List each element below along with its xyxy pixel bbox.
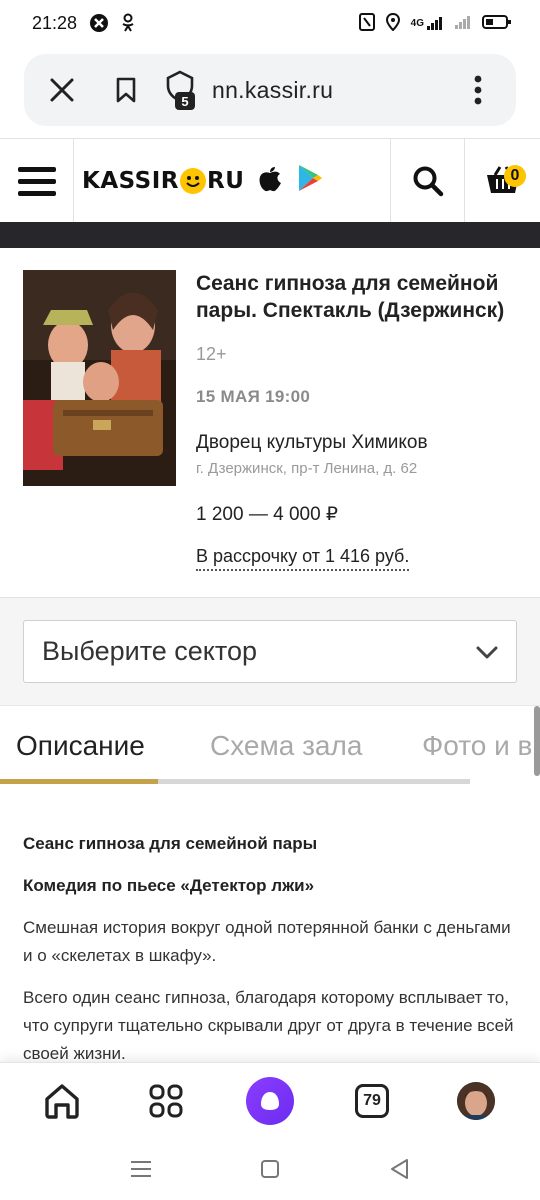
- apps-button[interactable]: [142, 1077, 190, 1125]
- bookmark-icon: [116, 77, 136, 103]
- description-paragraph: Смешная история вокруг одной потерянной …: [23, 918, 511, 965]
- description-heading: Сеанс гипноза для семейной пары: [23, 834, 318, 853]
- recent-apps-button[interactable]: [128, 1156, 154, 1182]
- apple-app-store-icon[interactable]: [256, 163, 284, 198]
- hamburger-icon-bar: [17, 166, 56, 172]
- menu-lines-icon: [131, 1161, 151, 1177]
- hamburger-icon-bar: [17, 190, 56, 196]
- tabs-switcher-button[interactable]: 79: [348, 1077, 396, 1125]
- event-poster-image[interactable]: [23, 270, 176, 486]
- logo-area: KASSIR RU: [74, 139, 390, 222]
- alice-icon: [246, 1077, 294, 1125]
- event-info: Сеанс гипноза для семейной пары. Спектак…: [0, 248, 540, 598]
- avatar: [457, 1082, 495, 1120]
- security-count-badge: 5: [175, 92, 195, 110]
- hamburger-icon-bar: [17, 178, 56, 184]
- header-divider-strip: [0, 222, 540, 248]
- signal-icon: [454, 14, 472, 33]
- url-text[interactable]: nn.kassir.ru: [212, 77, 333, 104]
- tabs-count: 79: [355, 1084, 389, 1118]
- cart-count-badge: 0: [504, 165, 526, 187]
- close-icon: [50, 78, 74, 102]
- site-security-button[interactable]: 5: [164, 70, 204, 110]
- site-header: KASSIR RU 0: [0, 138, 540, 223]
- logo-text-left: KASSIR: [82, 167, 179, 194]
- home-button[interactable]: [38, 1077, 86, 1125]
- sector-select-label: Выберите сектор: [42, 636, 257, 666]
- browser-bottom-nav: 79: [0, 1062, 540, 1138]
- event-date: 15 МАЯ 19:00: [196, 387, 311, 406]
- tab-photo-video[interactable]: Фото и в: [422, 730, 532, 762]
- home-icon: [45, 1084, 79, 1119]
- sector-select[interactable]: Выберите сектор: [23, 620, 517, 683]
- profile-button[interactable]: [452, 1077, 500, 1125]
- venue-name[interactable]: Дворец культуры Химиков: [196, 432, 428, 454]
- apps-grid-icon: [149, 1084, 183, 1118]
- description-subheading: Комедия по пьесе «Детектор лжи»: [23, 876, 315, 895]
- logo-smiley-icon: [180, 167, 206, 194]
- menu-button[interactable]: [0, 139, 74, 223]
- more-vertical-icon: [474, 75, 482, 105]
- tab-hall-scheme[interactable]: Схема зала: [210, 730, 362, 762]
- installment-link[interactable]: В рассрочку от 1 416 руб.: [196, 546, 410, 571]
- venue-address: г. Дзержинск, пр-т Ленина, д. 62: [196, 460, 418, 477]
- network-type-label: 4G: [411, 15, 444, 31]
- search-icon: [413, 166, 443, 197]
- bookmark-button[interactable]: [106, 70, 146, 110]
- browser-address-bar: 5 nn.kassir.ru: [24, 54, 516, 126]
- cart-button[interactable]: 0: [464, 139, 540, 223]
- tabs-active-indicator: [0, 779, 158, 784]
- google-play-icon[interactable]: [296, 163, 324, 198]
- back-system-button[interactable]: [386, 1156, 412, 1182]
- close-tab-button[interactable]: [42, 70, 82, 110]
- search-button[interactable]: [390, 139, 464, 223]
- logo-text-right: RU: [207, 167, 245, 194]
- price-range: 1 200 — 4 000 ₽: [196, 504, 339, 525]
- event-title: Сеанс гипноза для семейной пары. Спектак…: [196, 272, 505, 322]
- event-description: Сеанс гипноза для семейной пары Комедия …: [0, 786, 540, 1062]
- sector-area: Выберите сектор: [0, 598, 540, 706]
- odnoklassniki-icon: [121, 13, 135, 33]
- location-icon: [385, 12, 401, 34]
- status-bar: 21:28 4G: [0, 0, 540, 46]
- status-time: 21:28: [32, 12, 78, 33]
- square-icon: [261, 1160, 279, 1178]
- nfc-icon: [358, 12, 375, 34]
- tab-description[interactable]: Описание: [16, 730, 145, 762]
- battery-icon: [482, 14, 512, 33]
- app-notification-icon: [89, 13, 109, 33]
- description-paragraph: Всего один сеанс гипноза, благодаря кото…: [23, 988, 514, 1062]
- system-nav-bar: [0, 1138, 540, 1200]
- browser-menu-button[interactable]: [458, 70, 498, 110]
- alice-assistant-button[interactable]: [246, 1077, 294, 1125]
- age-rating: 12+: [196, 344, 227, 364]
- chevron-down-icon: [476, 636, 498, 667]
- kassir-logo[interactable]: KASSIR RU: [82, 167, 245, 194]
- page-scrollbar[interactable]: [534, 706, 540, 776]
- content-tabs: Описание Схема зала Фото и в: [0, 706, 540, 786]
- back-triangle-icon: [391, 1159, 408, 1179]
- home-system-button[interactable]: [257, 1156, 283, 1182]
